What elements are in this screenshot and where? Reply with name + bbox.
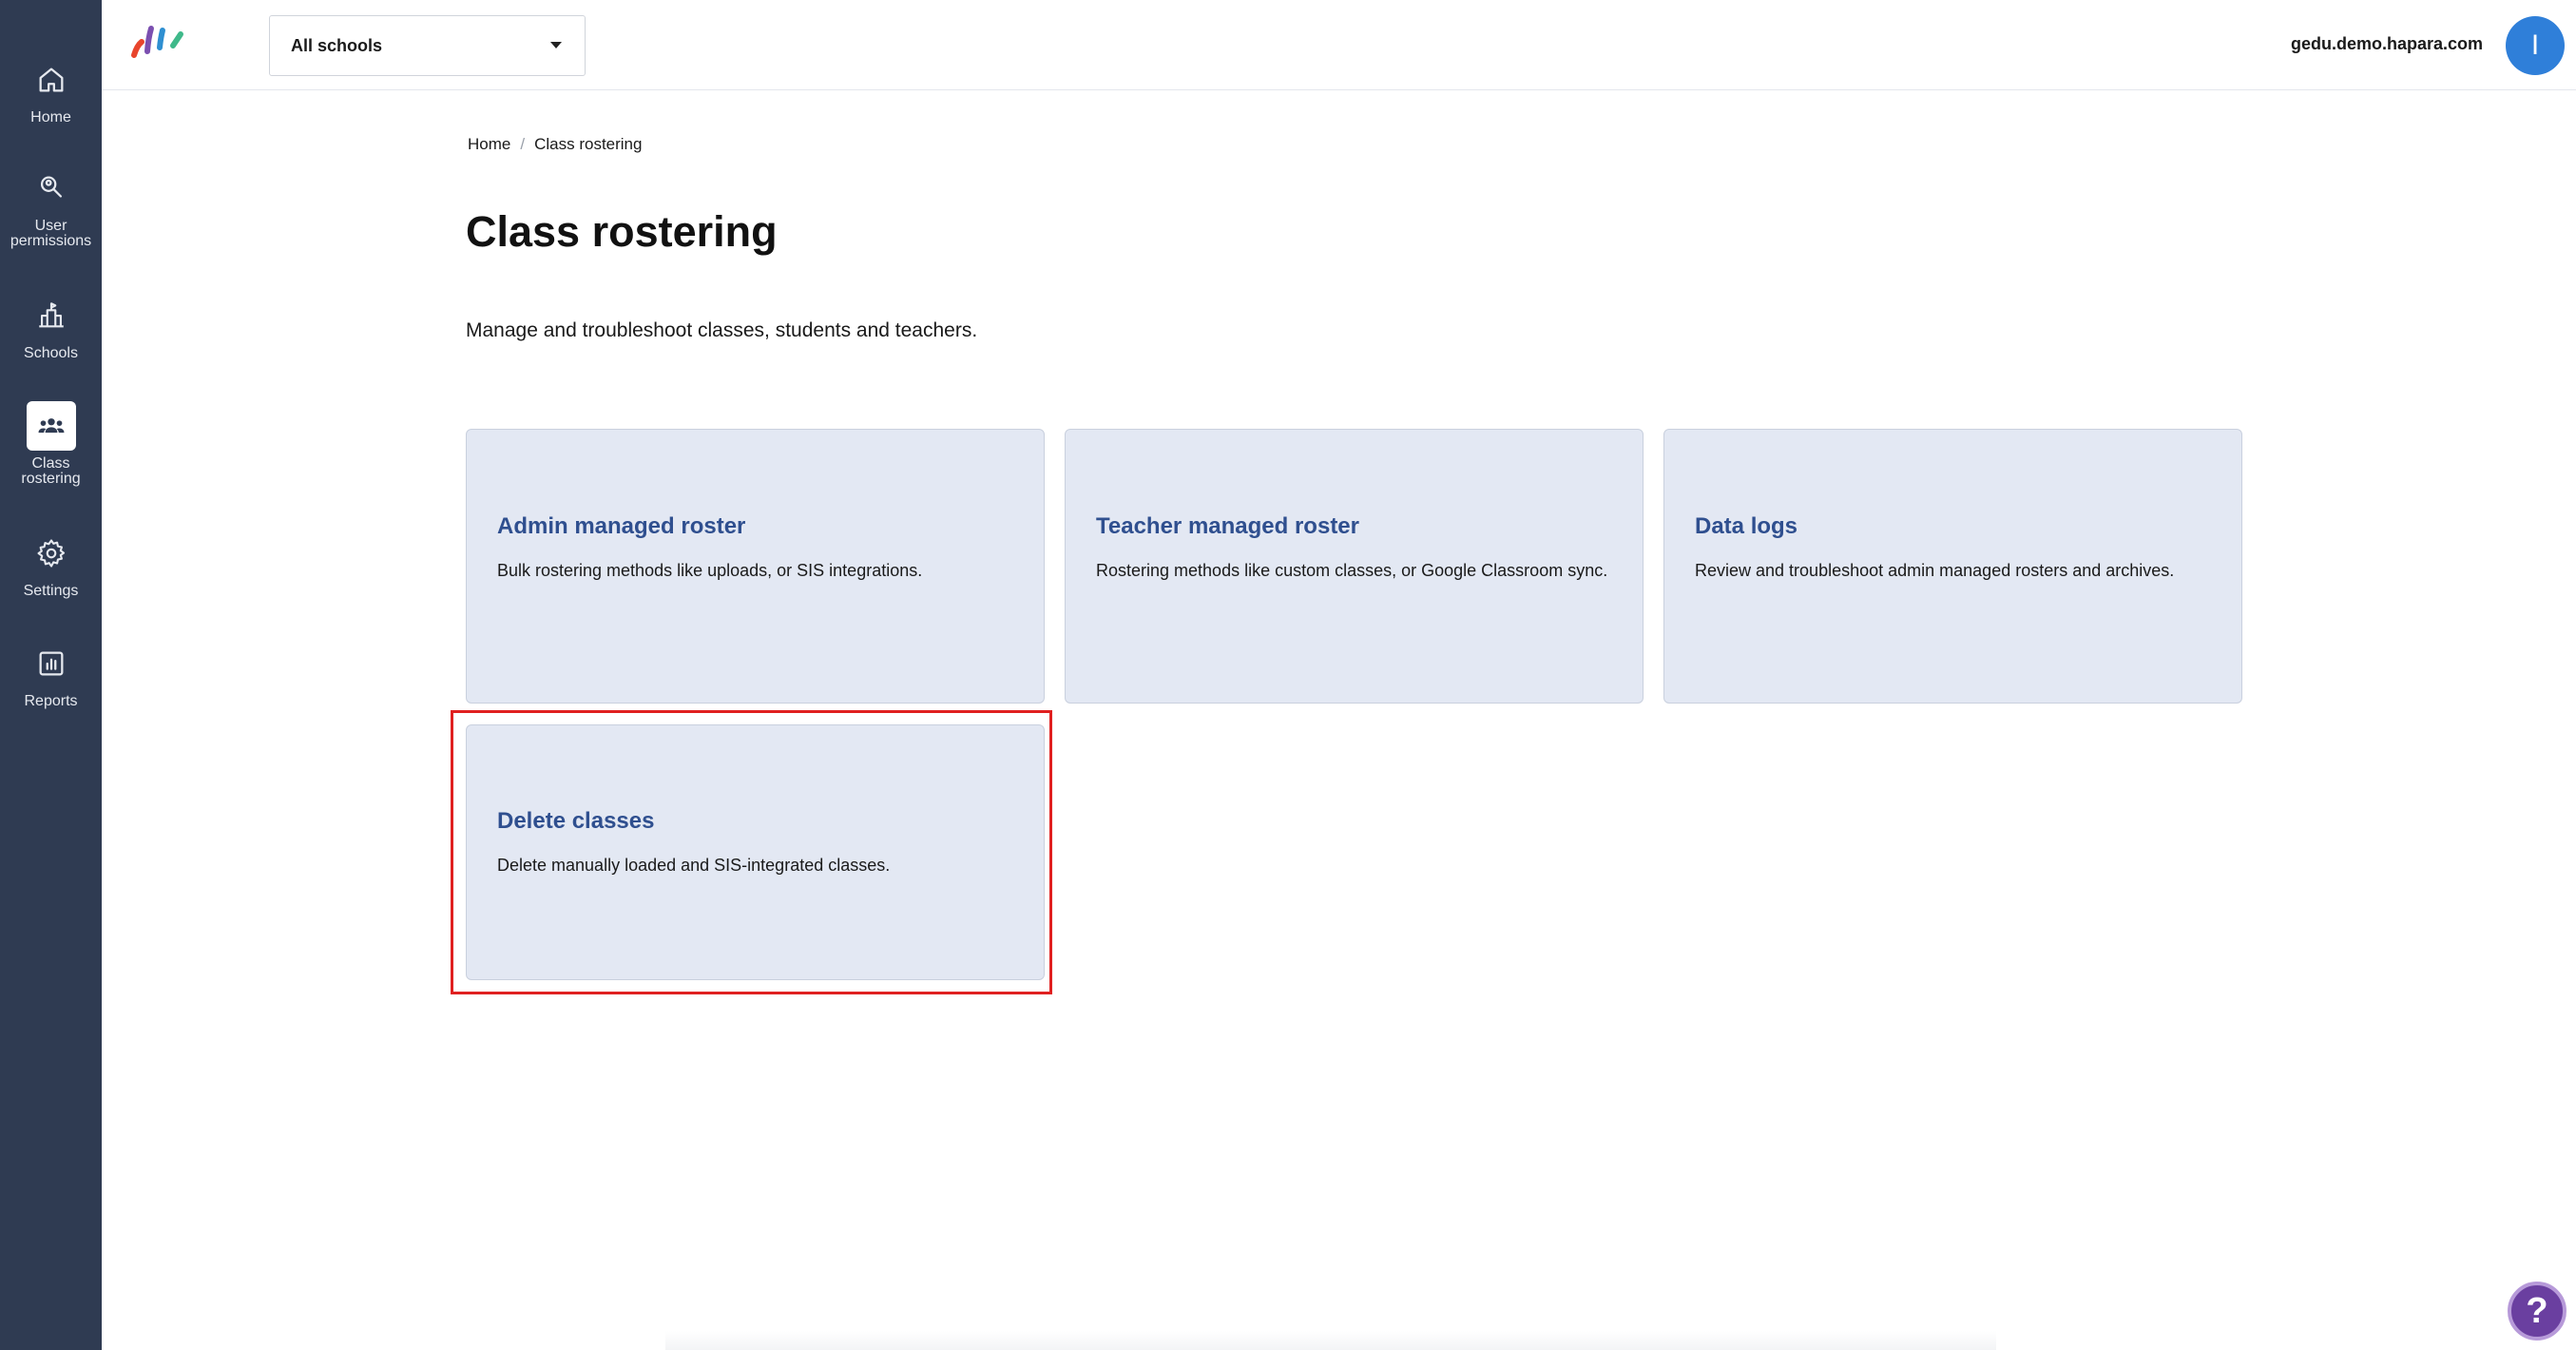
sidebar-item-label: User permissions — [10, 218, 92, 249]
group-icon — [26, 401, 76, 451]
card-title: Delete classes — [497, 808, 655, 834]
card-teacher-managed-roster[interactable]: Teacher managed roster Rostering methods… — [1065, 429, 1644, 704]
domain-label: gedu.demo.hapara.com — [2290, 34, 2483, 53]
sidebar: Home User permissions Schools Class rost… — [0, 0, 102, 1350]
sidebar-item-label: Home — [30, 109, 71, 125]
chart-icon — [27, 639, 76, 688]
top-bar: All schools gedu.demo.hapara.com I — [102, 0, 2576, 90]
card-delete-classes[interactable]: Delete classes Delete manually loaded an… — [466, 724, 1045, 980]
card-data-logs[interactable]: Data logs Review and troubleshoot admin … — [1663, 429, 2242, 704]
card-description: Bulk rostering methods like uploads, or … — [497, 561, 923, 580]
sidebar-item-settings[interactable]: Settings — [0, 529, 102, 599]
breadcrumb-current: Class rostering — [534, 135, 643, 153]
sidebar-item-label: Schools — [24, 345, 78, 361]
breadcrumb: Home / Class rostering — [468, 135, 642, 154]
question-mark-icon: ? — [2526, 1290, 2548, 1331]
card-description: Delete manually loaded and SIS-integrate… — [497, 856, 891, 875]
sidebar-item-label: Reports — [24, 693, 78, 709]
card-description: Review and troubleshoot admin managed ro… — [1695, 561, 2175, 580]
home-icon — [27, 55, 76, 105]
card-title: Teacher managed roster — [1096, 513, 1359, 539]
bottom-shadow — [665, 1331, 1996, 1350]
page-description: Manage and troubleshoot classes, student… — [466, 319, 978, 341]
sidebar-item-schools[interactable]: Schools — [0, 291, 102, 361]
sidebar-item-label: Settings — [23, 583, 79, 599]
user-search-icon — [27, 164, 76, 213]
sidebar-item-label: Class rostering — [21, 455, 81, 487]
sidebar-item-user-permissions[interactable]: User permissions — [0, 164, 102, 249]
breadcrumb-separator: / — [520, 135, 526, 153]
hapara-logo[interactable] — [130, 23, 187, 61]
card-title: Data logs — [1695, 513, 1798, 539]
card-title: Admin managed roster — [497, 513, 746, 539]
page-title: Class rostering — [466, 207, 778, 256]
school-select-value: All schools — [291, 35, 383, 55]
gear-icon — [27, 529, 76, 578]
sidebar-item-class-rostering[interactable]: Class rostering — [0, 401, 102, 487]
avatar[interactable]: I — [2506, 16, 2565, 75]
help-button[interactable]: ? — [2508, 1282, 2566, 1340]
caret-down-icon — [550, 42, 562, 48]
card-description: Rostering methods like custom classes, o… — [1096, 561, 1608, 580]
breadcrumb-home-link[interactable]: Home — [468, 135, 510, 154]
school-select[interactable]: All schools — [269, 15, 586, 76]
sidebar-item-home[interactable]: Home — [0, 55, 102, 125]
card-admin-managed-roster[interactable]: Admin managed roster Bulk rostering meth… — [466, 429, 1045, 704]
school-icon — [27, 291, 76, 340]
sidebar-item-reports[interactable]: Reports — [0, 639, 102, 709]
